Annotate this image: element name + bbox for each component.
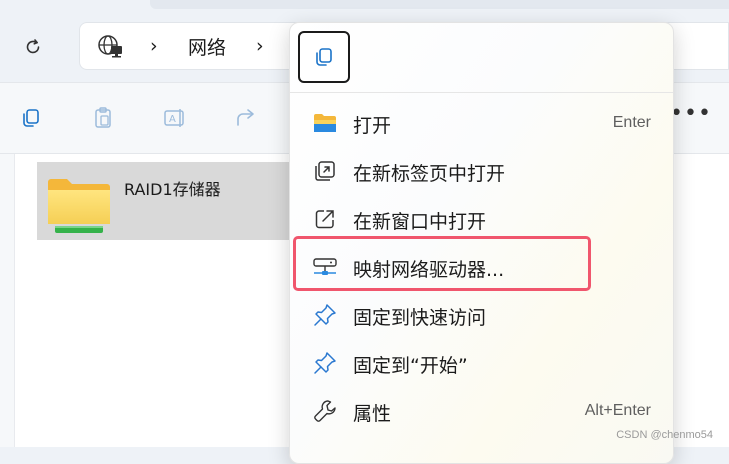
menu-item-label: 属性 bbox=[353, 403, 392, 425]
menu-item-open-new-tab[interactable]: 在新标签页中打开 bbox=[290, 148, 673, 194]
menu-item-label: 固定到“开始” bbox=[353, 355, 468, 377]
folder-icon bbox=[312, 110, 338, 136]
copy-icon bbox=[316, 48, 332, 66]
breadcrumb-separator[interactable]: › bbox=[150, 23, 158, 69]
network-globe-icon bbox=[98, 35, 122, 58]
share-button[interactable] bbox=[230, 101, 264, 135]
watermark: CSDN @chenmo54 bbox=[616, 429, 713, 441]
chevron-right-icon: › bbox=[150, 35, 158, 57]
refresh-button[interactable] bbox=[14, 28, 52, 66]
file-item-raid1[interactable]: RAID1存储器 bbox=[37, 162, 307, 240]
shortcut-label: Enter bbox=[612, 114, 651, 131]
menu-item-pin-start[interactable]: 固定到“开始” bbox=[290, 340, 673, 386]
new-window-icon bbox=[312, 206, 338, 232]
chevron-right-icon: › bbox=[256, 35, 264, 57]
paste-button[interactable] bbox=[86, 101, 120, 135]
wrench-icon bbox=[312, 398, 338, 424]
menu-item-label: 打开 bbox=[353, 115, 392, 137]
copy-icon bbox=[23, 109, 39, 127]
shortcut-label: Alt+Enter bbox=[584, 402, 651, 419]
new-tab-icon bbox=[312, 158, 338, 184]
highlight-annotation bbox=[293, 236, 591, 291]
network-folder-icon bbox=[48, 179, 110, 233]
menu-item-label: 固定到快速访问 bbox=[353, 307, 487, 329]
breadcrumb-separator-2[interactable]: › bbox=[256, 23, 264, 69]
menu-item-open[interactable]: 打开 Enter bbox=[290, 100, 673, 146]
pin-icon bbox=[312, 302, 338, 328]
pin-icon bbox=[312, 350, 338, 376]
menu-divider bbox=[290, 92, 673, 93]
see-more-button[interactable]: ••• bbox=[670, 101, 712, 126]
copy-button[interactable] bbox=[14, 101, 48, 135]
menu-item-label: 在新标签页中打开 bbox=[353, 163, 506, 185]
svg-text:A: A bbox=[169, 114, 176, 125]
file-name: RAID1存储器 bbox=[124, 180, 221, 199]
share-icon bbox=[237, 109, 254, 126]
breadcrumb-network[interactable]: 网络 bbox=[188, 23, 226, 69]
network-location-icon-wrap bbox=[96, 23, 124, 69]
refresh-icon bbox=[26, 39, 40, 54]
menu-copy-button[interactable] bbox=[298, 31, 350, 83]
menu-item-properties[interactable]: 属性 Alt+Enter bbox=[290, 388, 673, 434]
rename-icon: A bbox=[164, 109, 184, 127]
paste-icon bbox=[95, 107, 111, 128]
window-top-strip bbox=[150, 0, 729, 9]
menu-item-pin-quick-access[interactable]: 固定到快速访问 bbox=[290, 292, 673, 338]
rename-button[interactable]: A bbox=[158, 101, 192, 135]
menu-item-label: 在新窗口中打开 bbox=[353, 211, 487, 233]
breadcrumb-label: 网络 bbox=[188, 36, 227, 59]
navigation-pane-edge bbox=[0, 154, 15, 447]
